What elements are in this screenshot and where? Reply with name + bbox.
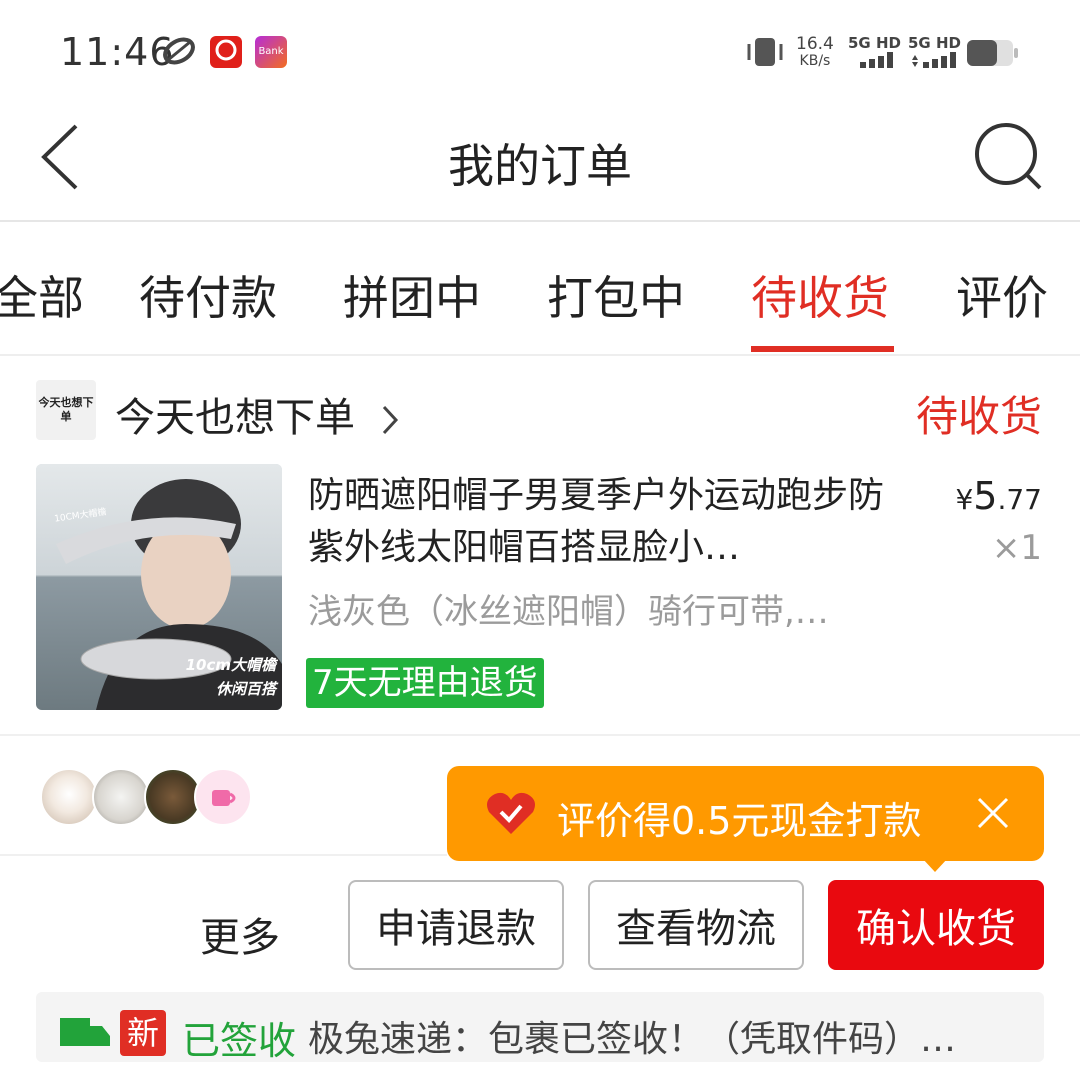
view-logistics-button[interactable]: 查看物流 [588,880,804,970]
avatar [40,768,98,826]
signal-icon [860,52,893,68]
close-icon[interactable] [976,796,1010,830]
active-tab-indicator [751,346,894,352]
truck-icon [60,1018,110,1046]
product-spec: 浅灰色（冰丝遮阳帽）骑行可带,… [308,592,829,632]
search-icon[interactable] [972,120,1044,192]
tab-review[interactable]: 评价 [956,262,1048,328]
tab-pending-receipt[interactable]: 待收货 [751,262,889,328]
review-reward-text: 评价得0.5元现金打款 [557,799,922,843]
tooltip-arrow [922,858,948,872]
net-speed: 16.4 KB/s [796,34,834,70]
image-caption-2: 休闲百搭 [215,680,276,698]
store-name-text: 今天也想下单 [115,395,355,441]
confirm-receipt-button[interactable]: 确认收货 [828,880,1044,970]
product-image[interactable]: 10CM大帽檐 10cm大帽檐 休闲百搭 [36,464,282,710]
more-button[interactable]: 更多 [200,905,280,963]
store-logo[interactable]: 今天也想下单 [36,380,96,440]
status-time: 11:46 [60,30,175,74]
bank-app-icon: Bank [255,36,287,68]
product-quantity: ×1 [991,528,1042,568]
divider [0,734,1080,736]
page-title: 我的订单 [448,139,632,193]
store-name[interactable]: 今天也想下单 [115,385,400,443]
header-bar: 我的订单 [0,100,1080,222]
status-bar: 11:46 Bank 16.4 KB/s 5G HD 5G HD [0,0,1080,100]
product-title[interactable]: 防晒遮阳帽子男夏季户外运动跑步防紫外线太阳帽百搭显脸小… [308,470,908,574]
avatar [92,768,150,826]
app-icon-red [210,36,242,68]
price-dec: .77 [997,483,1042,516]
currency-symbol: ¥ [955,483,974,516]
heart-check-icon [487,792,535,834]
feather-icon [163,37,195,65]
tab-group-buying[interactable]: 拼团中 [343,262,481,328]
new-badge: 新 [120,1010,166,1056]
chevron-right-icon [382,405,398,435]
vibrate-icon [747,38,783,66]
tab-all[interactable]: 全部 [0,262,84,328]
tab-pending-payment[interactable]: 待付款 [139,262,277,328]
price-int: 5 [973,474,998,518]
return-policy-badge: 7天无理由退货 [306,658,544,708]
sim2-label: 5G HD [908,34,961,52]
signal-icon-2 [912,52,956,68]
product-price: ¥5.77 [955,474,1042,518]
order-tabs: 全部 待付款 拼团中 打包中 待收货 评价 [0,222,1080,356]
logistics-status: 已签收 [182,1019,297,1063]
image-caption-1: 10cm大帽檐 [185,656,276,674]
battery-icon [967,40,1018,66]
order-status: 待收货 [915,392,1042,441]
cup-icon [212,790,236,806]
avatar [194,768,252,826]
logistics-detail: 极兔速递：包裹已签收！（凭取件码）… [308,1019,957,1060]
sim1-label: 5G HD [848,34,901,52]
tab-packing[interactable]: 打包中 [547,262,685,328]
refund-button[interactable]: 申请退款 [348,880,564,970]
divider [0,854,447,856]
